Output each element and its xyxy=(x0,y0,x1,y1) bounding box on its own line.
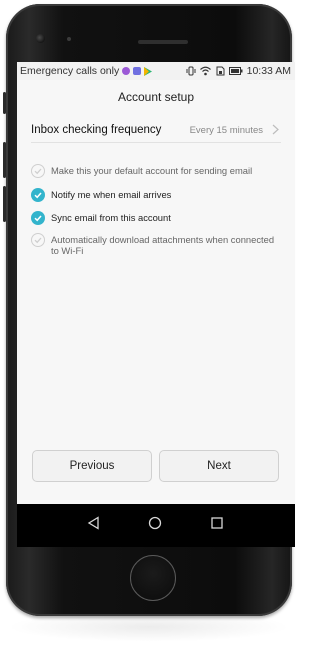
page-title: Account setup xyxy=(117,90,195,104)
volume-button xyxy=(3,92,6,114)
option-label: Notify me when email arrives xyxy=(51,189,172,200)
checkbox-checked-icon[interactable] xyxy=(31,211,45,225)
screen: Emergency calls only 10:33 AM Account se… xyxy=(17,62,295,547)
inbox-frequency-row[interactable]: Inbox checking frequency Every 15 minute… xyxy=(31,120,281,143)
play-store-icon xyxy=(144,66,153,76)
battery-icon xyxy=(228,67,243,75)
volume-button xyxy=(3,186,6,222)
wifi-icon xyxy=(199,66,211,76)
volume-button xyxy=(3,142,6,178)
home-icon[interactable] xyxy=(148,516,162,530)
status-text: Emergency calls only xyxy=(20,65,120,77)
status-left: Emergency calls only xyxy=(20,65,153,77)
status-right: 10:33 AM xyxy=(186,65,291,77)
hardware-home-button[interactable] xyxy=(130,555,176,601)
option-sync-email[interactable]: Sync email from this account xyxy=(31,211,281,227)
back-icon[interactable] xyxy=(87,516,101,530)
frequency-label: Inbox checking frequency xyxy=(31,124,162,136)
gallery-icon xyxy=(133,67,142,75)
status-time: 10:33 AM xyxy=(246,65,291,77)
checkbox-checked-icon[interactable] xyxy=(31,188,45,202)
phone-reflection xyxy=(8,612,290,642)
navigation-bar xyxy=(17,504,295,547)
vibrate-icon xyxy=(186,66,196,76)
recents-icon[interactable] xyxy=(210,516,224,530)
chevron-right-icon xyxy=(272,124,279,135)
previous-button[interactable]: Previous xyxy=(32,450,152,482)
option-label: Automatically download attachments when … xyxy=(51,234,275,256)
frequency-value: Every 15 minutes xyxy=(189,125,263,136)
option-label: Sync email from this account xyxy=(51,212,171,223)
checkbox-unchecked-icon[interactable] xyxy=(31,164,45,178)
earpiece-speaker xyxy=(138,40,188,44)
next-button[interactable]: Next xyxy=(159,450,279,482)
option-label: Make this your default account for sendi… xyxy=(51,165,253,176)
option-default-account[interactable]: Make this your default account for sendi… xyxy=(31,164,281,180)
sim-icon xyxy=(216,66,225,76)
proximity-sensor xyxy=(67,37,71,41)
notification-icon xyxy=(122,67,131,75)
front-camera xyxy=(36,34,45,43)
option-download-attachments[interactable]: Automatically download attachments when … xyxy=(31,233,281,257)
status-bar: Emergency calls only 10:33 AM xyxy=(17,62,295,80)
checkbox-unchecked-icon[interactable] xyxy=(31,233,45,247)
option-notify-email[interactable]: Notify me when email arrives xyxy=(31,188,281,204)
